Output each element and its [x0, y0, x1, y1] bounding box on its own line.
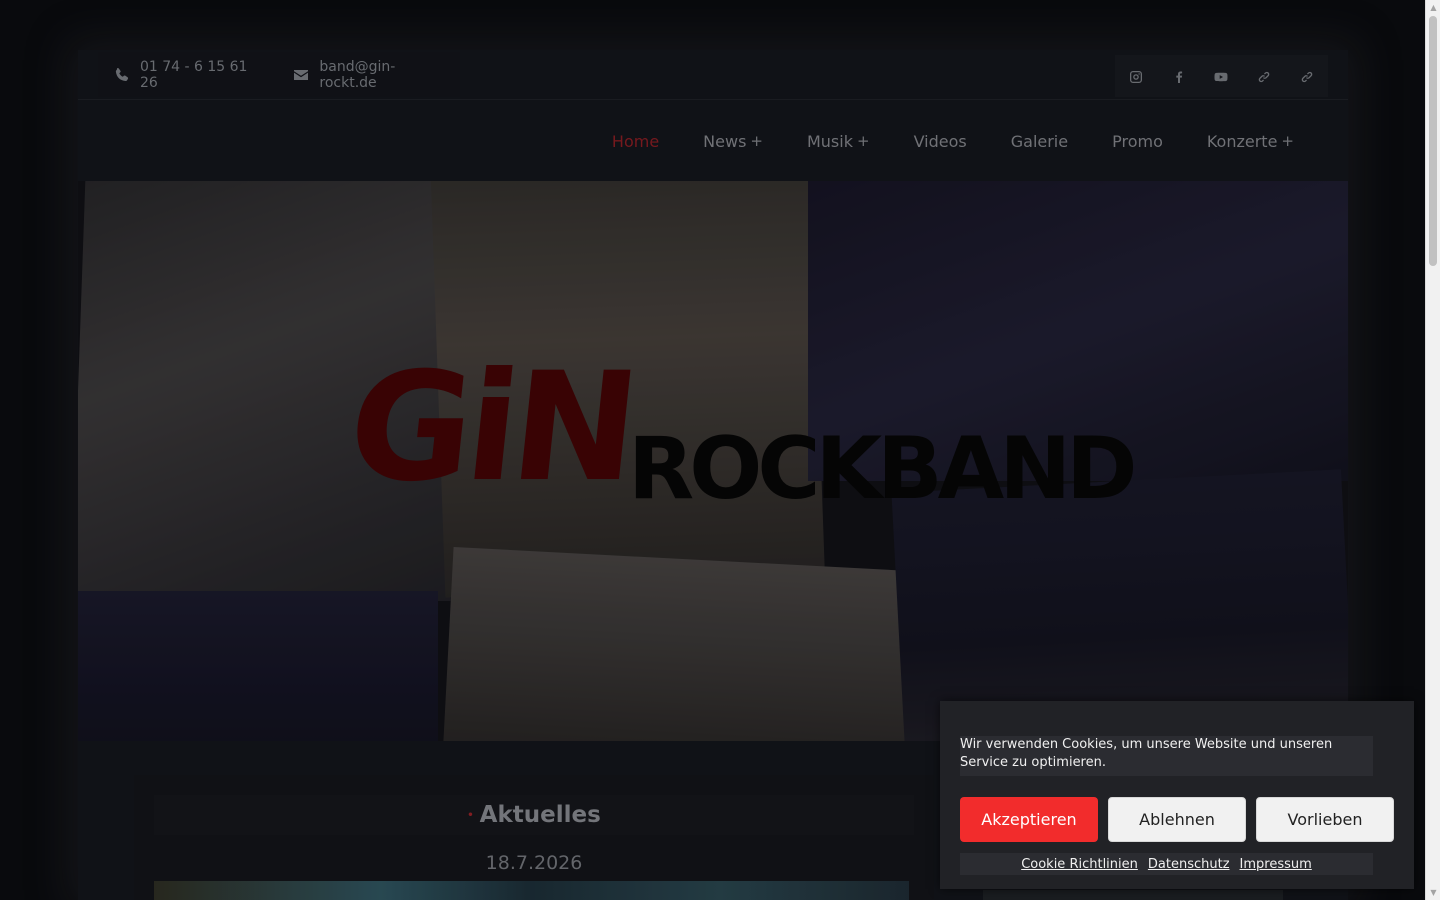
cookie-links: Cookie Richtlinien Datenschutz Impressum: [960, 853, 1373, 875]
imprint-link[interactable]: Impressum: [1240, 857, 1312, 872]
vertical-scrollbar[interactable]: ▲ ▼: [1425, 0, 1440, 900]
cookie-message: Wir verwenden Cookies, um unsere Website…: [960, 736, 1373, 776]
accept-cookies-button[interactable]: Akzeptieren: [960, 797, 1098, 842]
cookie-preferences-button[interactable]: Vorlieben: [1256, 797, 1394, 842]
deny-cookies-button[interactable]: Ablehnen: [1108, 797, 1246, 842]
cookie-policy-link[interactable]: Cookie Richtlinien: [1021, 857, 1138, 872]
cookie-consent-banner: Wir verwenden Cookies, um unsere Website…: [940, 701, 1414, 889]
scroll-down-arrow-icon[interactable]: ▼: [1426, 885, 1440, 900]
privacy-link[interactable]: Datenschutz: [1148, 857, 1230, 872]
scroll-up-arrow-icon[interactable]: ▲: [1426, 0, 1440, 15]
scrollbar-thumb[interactable]: [1429, 16, 1437, 266]
